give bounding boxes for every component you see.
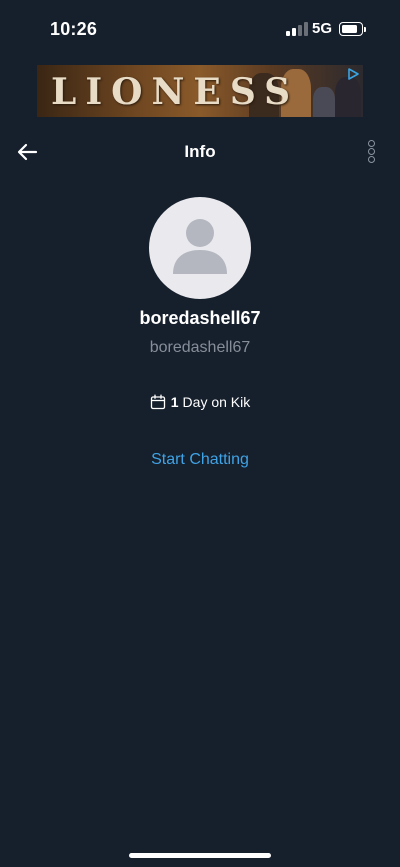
days-on-kik: 1 Day on Kik bbox=[0, 394, 400, 410]
ad-figure bbox=[335, 77, 361, 117]
days-count: 1 bbox=[170, 394, 179, 410]
home-indicator[interactable] bbox=[129, 853, 271, 858]
username: boredashell67 bbox=[149, 339, 251, 356]
header-bar: Info bbox=[0, 128, 400, 174]
network-type: 5G bbox=[312, 20, 333, 37]
ad-choices-icon[interactable] bbox=[346, 67, 360, 81]
status-bar: 10:26 5G bbox=[0, 0, 400, 56]
more-options-icon[interactable] bbox=[364, 140, 378, 164]
ad-title: LIONESS bbox=[51, 71, 300, 113]
battery-icon bbox=[339, 22, 366, 36]
ad-figure bbox=[313, 87, 335, 117]
start-chatting-button[interactable]: Start Chatting bbox=[0, 451, 400, 469]
ad-banner[interactable]: LIONESS bbox=[37, 65, 363, 117]
page-title: Info bbox=[184, 142, 216, 161]
signal-icon bbox=[286, 22, 308, 36]
display-name: boredashell67 bbox=[139, 308, 261, 328]
calendar-icon bbox=[150, 394, 165, 410]
profile-info-screen: 10:26 5G LIONESS Info boredashell67 bore… bbox=[0, 0, 400, 867]
status-time: 10:26 bbox=[50, 19, 98, 39]
days-label: Day on Kik bbox=[182, 394, 251, 410]
default-avatar-icon bbox=[173, 219, 227, 274]
avatar[interactable] bbox=[149, 197, 251, 299]
